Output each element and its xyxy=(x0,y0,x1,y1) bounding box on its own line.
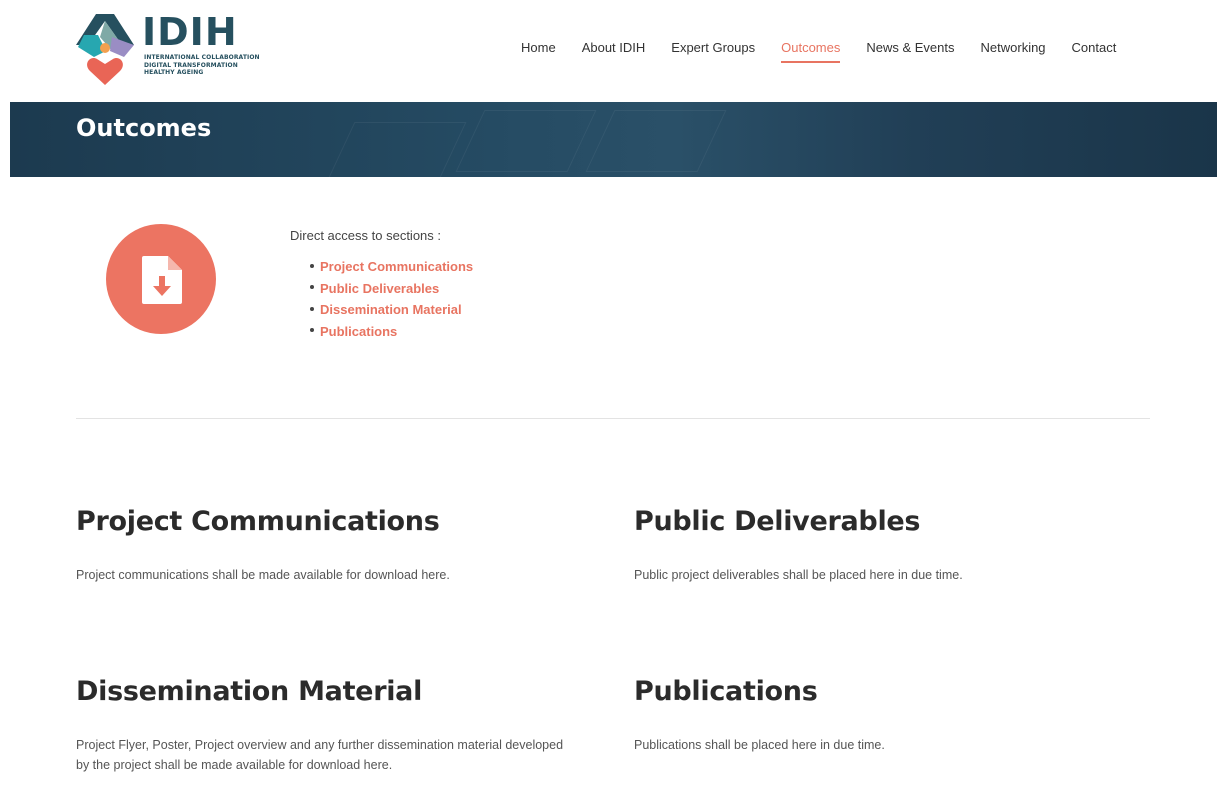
nav-about-idih[interactable]: About IDIH xyxy=(582,40,646,63)
nav-outcomes[interactable]: Outcomes xyxy=(781,40,841,63)
section-text: Public project deliverables shall be pla… xyxy=(634,568,963,582)
idih-logo[interactable]: IDIH INTERNATIONAL COLLABORATION DIGITAL… xyxy=(76,11,296,86)
logo-wordmark: IDIH xyxy=(142,10,238,54)
page-banner: Outcomes xyxy=(10,102,1217,177)
section-text: Publications shall be placed here in due… xyxy=(634,738,885,752)
outcomes-badge xyxy=(106,224,216,334)
page-title: Outcomes xyxy=(76,114,212,142)
nav-contact[interactable]: Contact xyxy=(1072,40,1117,63)
banner-pattern xyxy=(585,110,727,172)
intro-block: Direct access to sections : Project Comm… xyxy=(106,222,706,352)
section-text: Project communications shall be made ava… xyxy=(76,568,450,582)
section-title: Publications xyxy=(634,676,818,707)
logo-tagline: INTERNATIONAL COLLABORATION DIGITAL TRAN… xyxy=(144,54,260,76)
nav-expert-groups[interactable]: Expert Groups xyxy=(671,40,755,63)
link-public-deliverables[interactable]: Public Deliverables xyxy=(310,278,473,300)
main-nav: Home About IDIH Expert Groups Outcomes N… xyxy=(508,40,1129,63)
section-publications: Publications Publications shall be place… xyxy=(634,676,1134,755)
section-title: Project Communications xyxy=(76,506,440,537)
direct-access-label: Direct access to sections : xyxy=(290,228,441,243)
nav-home[interactable]: Home xyxy=(521,40,556,63)
banner-pattern xyxy=(455,110,597,172)
section-links: Project Communications Public Deliverabl… xyxy=(310,256,473,342)
nav-networking[interactable]: Networking xyxy=(981,40,1046,63)
section-public-deliverables: Public Deliverables Public project deliv… xyxy=(634,506,1134,585)
link-publications[interactable]: Publications xyxy=(310,321,473,343)
direct-access: Direct access to sections : Project Comm… xyxy=(290,228,473,342)
site-header: IDIH INTERNATIONAL COLLABORATION DIGITAL… xyxy=(0,0,1217,102)
nav-news-events[interactable]: News & Events xyxy=(866,40,954,63)
file-download-icon xyxy=(142,256,182,304)
logo-mark-icon xyxy=(76,14,134,85)
section-project-communications: Project Communications Project communica… xyxy=(76,506,576,585)
link-dissemination-material[interactable]: Dissemination Material xyxy=(310,299,473,321)
banner-pattern xyxy=(325,122,467,177)
section-text: Project Flyer, Poster, Project overview … xyxy=(76,738,564,772)
link-project-communications[interactable]: Project Communications xyxy=(310,256,473,278)
section-dissemination-material: Dissemination Material Project Flyer, Po… xyxy=(76,676,576,775)
divider xyxy=(76,418,1150,419)
section-title: Dissemination Material xyxy=(76,676,423,707)
section-title: Public Deliverables xyxy=(634,506,921,537)
